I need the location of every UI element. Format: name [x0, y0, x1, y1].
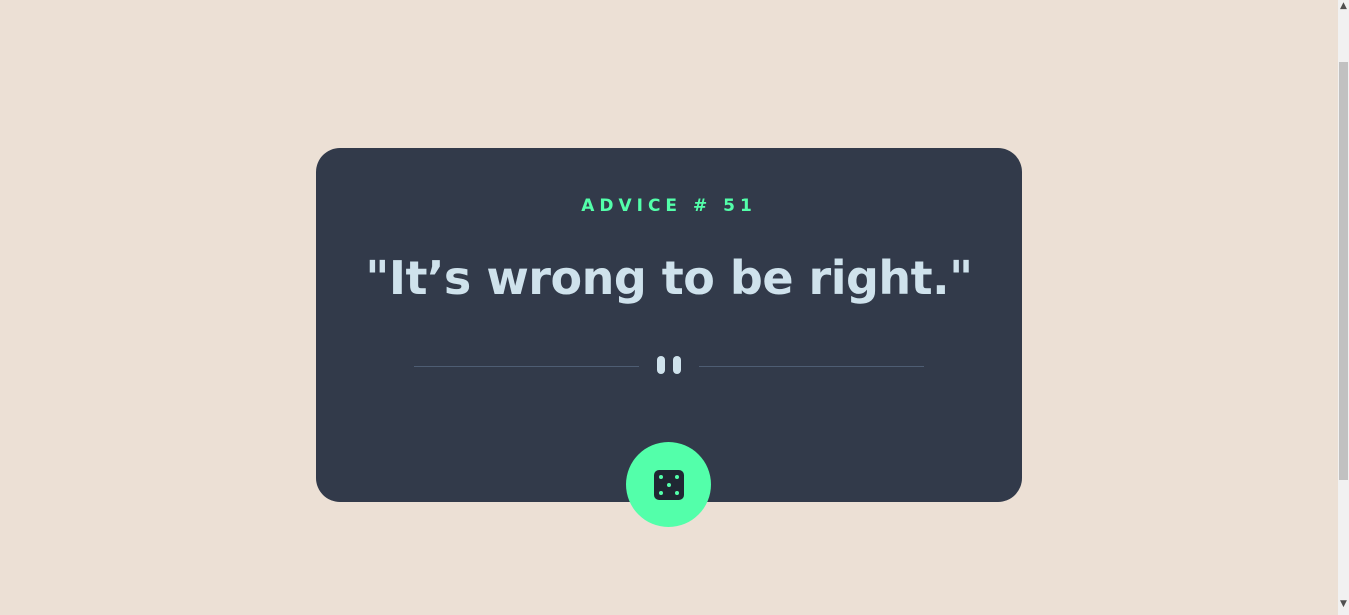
advice-quote: "It’s wrong to be right.": [365, 251, 973, 305]
pause-icon: [657, 356, 681, 376]
generate-advice-button[interactable]: [626, 442, 711, 527]
divider-line-left: [414, 366, 639, 367]
advice-id-label: ADVICE # 51: [581, 196, 757, 216]
dice-icon: [654, 470, 684, 500]
vertical-scrollbar[interactable]: ▲ ▼: [1338, 0, 1349, 615]
pattern-divider: [414, 356, 924, 378]
scroll-down-arrow-icon[interactable]: ▼: [1338, 598, 1349, 611]
scroll-up-arrow-icon[interactable]: ▲: [1338, 0, 1349, 13]
divider-line-right: [699, 366, 924, 367]
scrollbar-thumb[interactable]: [1339, 62, 1348, 480]
page-background: ADVICE # 51 "It’s wrong to be right.": [0, 0, 1338, 615]
